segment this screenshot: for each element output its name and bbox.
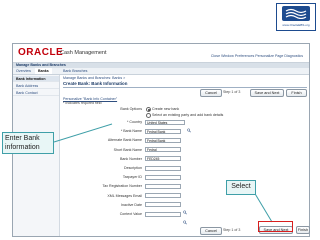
callout-arrows xyxy=(53,123,273,223)
callout-select: Select xyxy=(226,180,256,195)
highlight-save-and-next xyxy=(258,221,293,232)
select-callout-arrow xyxy=(253,191,273,223)
callout-enter-bank-info: Enter Bank information xyxy=(2,132,54,154)
enter-callout-arrow xyxy=(53,123,113,143)
